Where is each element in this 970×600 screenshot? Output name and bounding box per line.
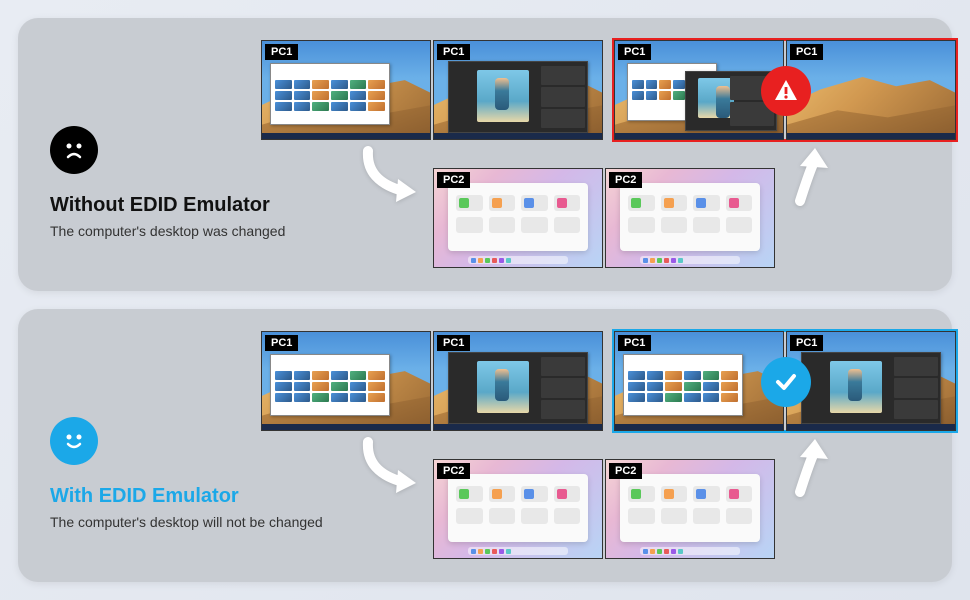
monitor-pc2: PC2 <box>433 168 603 268</box>
monitor-label: PC1 <box>790 335 823 351</box>
warning-icon <box>761 66 811 116</box>
monitor-pc2: PC2 <box>605 168 775 268</box>
panel-without-edid: Without EDID Emulator The computer's des… <box>18 18 952 291</box>
diagram-layout-bottom: PC1 PC1 PC1 PC1 <box>18 309 952 582</box>
panel-with-edid: With EDID Emulator The computer's deskto… <box>18 309 952 582</box>
monitor-pc1-editor: PC1 <box>786 331 956 431</box>
monitor-label: PC1 <box>618 335 651 351</box>
monitor-pc1-empty: PC1 <box>786 40 956 140</box>
monitor-pc1-explorer: PC1 <box>614 331 784 431</box>
monitor-label: PC1 <box>790 44 823 60</box>
arrow-up-icon <box>788 146 838 211</box>
monitor-label: PC1 <box>437 335 470 351</box>
diagram-layout-top: PC1 PC1 PC1 PC1 <box>18 18 952 291</box>
monitor-pc1-merged: PC1 <box>614 40 784 140</box>
monitor-pc2: PC2 <box>433 459 603 559</box>
monitor-label: PC2 <box>437 463 470 479</box>
monitor-label: PC1 <box>265 44 298 60</box>
arrow-down-icon <box>358 437 428 502</box>
monitor-pc1-editor: PC1 <box>433 331 603 431</box>
monitor-label: PC1 <box>618 44 651 60</box>
monitor-pc1-explorer: PC1 <box>261 331 431 431</box>
monitor-label: PC2 <box>437 172 470 188</box>
arrow-down-icon <box>358 146 428 211</box>
monitor-label: PC2 <box>609 172 642 188</box>
monitor-pc1-editor: PC1 <box>433 40 603 140</box>
monitor-pc2: PC2 <box>605 459 775 559</box>
monitor-label: PC1 <box>265 335 298 351</box>
arrow-up-icon <box>788 437 838 502</box>
monitor-label: PC1 <box>437 44 470 60</box>
checkmark-icon <box>761 357 811 407</box>
monitor-pc1-explorer: PC1 <box>261 40 431 140</box>
monitor-label: PC2 <box>609 463 642 479</box>
